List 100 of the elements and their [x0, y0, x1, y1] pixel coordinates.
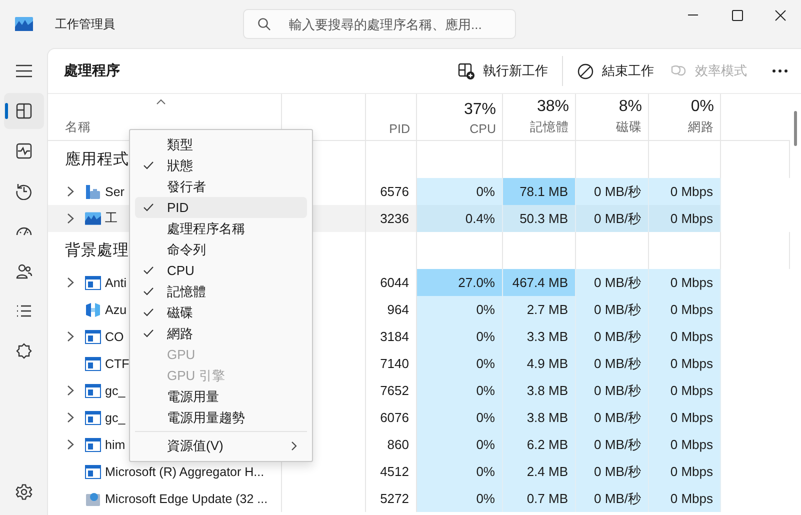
window-icon [85, 276, 101, 290]
maximize-icon [732, 10, 743, 20]
menu-item[interactable]: 資源值(V) [135, 435, 307, 456]
usage-cell: 0% [417, 323, 503, 350]
search-field[interactable]: 輸入要搜尋的處理序名稱、應用... [243, 9, 516, 39]
usage-cell: 0 Mbps [649, 377, 721, 404]
column-header[interactable]: 37% CPU [417, 94, 503, 141]
usage-cell: 0 Mbps [649, 205, 721, 232]
menu-item[interactable]: 狀態 [135, 155, 307, 176]
usage-cell: 0 Mbps [649, 323, 721, 350]
name-cell[interactable]: Microsoft Edge Update (32 ... [48, 485, 282, 512]
chevron-icon [291, 440, 297, 450]
chevron-icon[interactable] [66, 439, 74, 450]
menu-item[interactable]: 磁碟 [135, 302, 307, 323]
grid-icon [14, 102, 32, 120]
usage-cell: 0% [417, 377, 503, 404]
close-icon [775, 10, 786, 20]
usage-cell: 0 Mbps [649, 458, 721, 485]
search-icon [257, 17, 271, 31]
chevron-icon[interactable] [66, 385, 74, 396]
usage-cell: 78.1 MB [503, 178, 576, 205]
usage-cell: 0 MB/秒 [576, 485, 649, 512]
installer-icon [85, 490, 101, 506]
usage-cell: 3.3 MB [503, 323, 576, 350]
people-icon [14, 262, 32, 280]
prohibited-icon [577, 62, 594, 80]
usage-cell: 0 MB/秒 [576, 404, 649, 431]
menu-item[interactable]: 電源用量趨勢 [135, 407, 307, 428]
usage-cell: 0% [417, 296, 503, 323]
menu-item[interactable]: 電源用量 [135, 386, 307, 407]
scrollbar-thumb[interactable] [794, 111, 797, 146]
usage-cell: 4.9 MB [503, 350, 576, 377]
usage-cell: 0 Mbps [649, 485, 721, 512]
window-icon [85, 384, 101, 398]
pid-cell: 3236 [366, 205, 417, 232]
chevron-icon[interactable] [66, 412, 74, 423]
usage-cell: 2.7 MB [503, 296, 576, 323]
usage-cell: 0 MB/秒 [576, 377, 649, 404]
group-heading: 背景處理 [65, 241, 129, 261]
service-icon [85, 184, 101, 200]
group-heading: 應用程式 [65, 150, 129, 170]
usage-cell: 0% [417, 350, 503, 377]
usage-cell: 467.4 MB [503, 269, 576, 296]
menu-item[interactable]: PID [135, 197, 307, 218]
menu-item[interactable]: 網路 [135, 323, 307, 344]
usage-cell: 6.2 MB [503, 431, 576, 458]
menu-item[interactable]: CPU [135, 260, 307, 281]
menu-item[interactable]: 發行者 [135, 176, 307, 197]
app-icon [14, 17, 32, 31]
usage-cell: 0 MB/秒 [576, 296, 649, 323]
clock-icon [14, 182, 32, 200]
app-icon [85, 212, 101, 225]
chevron-icon[interactable] [66, 186, 74, 197]
usage-cell: 0% [417, 404, 503, 431]
usage-cell: 0 Mbps [649, 404, 721, 431]
window-icon [85, 410, 101, 424]
usage-cell: 3.8 MB [503, 404, 576, 431]
usage-cell: 27.0% [417, 269, 503, 296]
processes-tab[interactable] [4, 93, 44, 129]
column-header[interactable]: 0% 網路 [649, 94, 721, 141]
menu-icon [14, 64, 32, 78]
chevron-icon[interactable] [66, 213, 74, 224]
run-new-task-button[interactable]: 執行新工作 [450, 55, 556, 87]
page-title: 處理程序 [64, 62, 120, 80]
window-plus-icon [458, 62, 475, 80]
settings-icon [14, 483, 32, 501]
usage-cell: 0 MB/秒 [576, 458, 649, 485]
usage-cell: 50.3 MB [503, 205, 576, 232]
usage-cell: 0 MB/秒 [576, 323, 649, 350]
minimize-icon [686, 14, 698, 16]
usage-cell: 0 MB/秒 [576, 178, 649, 205]
menu-item[interactable]: 處理程序名稱 [135, 218, 307, 239]
usage-cell: 0 Mbps [649, 178, 721, 205]
window-icon [85, 438, 101, 452]
window-icon [85, 330, 101, 344]
usage-cell: 0% [417, 485, 503, 512]
end-task-button[interactable]: 結束工作 [569, 55, 662, 87]
pulse-icon [14, 142, 32, 160]
usage-cell: 0 Mbps [649, 296, 721, 323]
ellipsis-icon [772, 69, 788, 73]
window-icon [85, 464, 101, 478]
chevron-icon[interactable] [66, 277, 74, 288]
column-header[interactable]: PID [366, 94, 417, 141]
cube-icon [85, 302, 101, 318]
window-icon [85, 356, 101, 370]
usage-cell: 2.4 MB [503, 458, 576, 485]
usage-cell: 0 MB/秒 [576, 269, 649, 296]
usage-cell: 0 MB/秒 [576, 205, 649, 232]
column-header[interactable]: 38% 記憶體 [503, 94, 576, 141]
usage-cell: 0.7 MB [503, 485, 576, 512]
usage-cell: 0 Mbps [649, 350, 721, 377]
menu-item[interactable]: 命令列 [135, 239, 307, 260]
usage-cell: 0% [417, 431, 503, 458]
usage-cell: 3.8 MB [503, 377, 576, 404]
chevron-icon[interactable] [66, 331, 74, 342]
usage-cell: 0 MB/秒 [576, 431, 649, 458]
menu-item[interactable]: 記憶體 [135, 281, 307, 302]
usage-cell: 0 Mbps [649, 269, 721, 296]
column-header[interactable]: 8% 磁碟 [576, 94, 649, 141]
window-title: 工作管理員 [55, 17, 115, 31]
